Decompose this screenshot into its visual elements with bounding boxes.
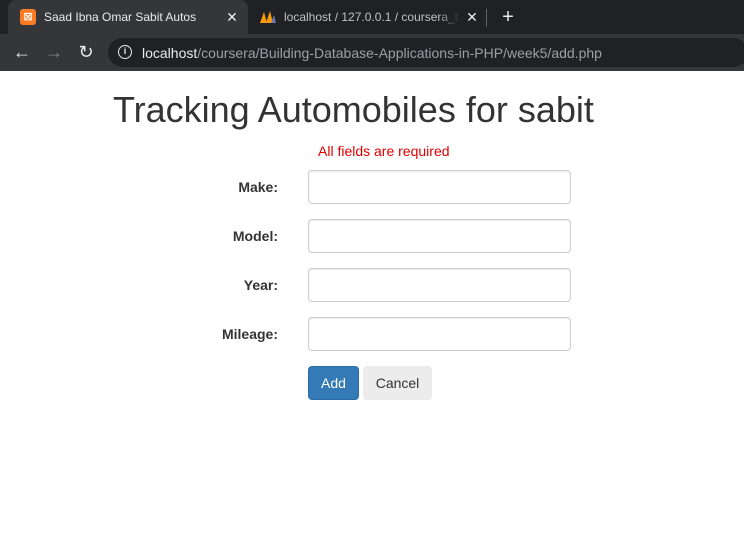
address-bar[interactable]: i localhost/coursera/Building-Database-A… — [108, 38, 744, 67]
browser-tab-active[interactable]: ⊠ Saad Ibna Omar Sabit Autos ✕ — [8, 0, 248, 34]
url-host: localhost — [142, 45, 198, 61]
model-row: Model: — [0, 219, 744, 253]
add-button[interactable]: Add — [308, 366, 359, 400]
browser-tab-phpmyadmin[interactable]: localhost / 127.0.0.1 / coursera_b ✕ — [248, 0, 486, 34]
arrow-right-icon[interactable]: → — [42, 41, 66, 63]
year-input[interactable] — [308, 268, 571, 302]
reload-icon[interactable]: ↻ — [74, 41, 98, 63]
xampp-favicon-icon: ⊠ — [20, 9, 36, 25]
page-title: Tracking Automobiles for sabit — [113, 89, 594, 130]
url-path: /coursera/Building-Database-Applications… — [197, 45, 602, 61]
url-text[interactable]: localhost/coursera/Building-Database-App… — [142, 45, 602, 61]
info-icon[interactable]: i — [118, 45, 132, 59]
year-row: Year: — [0, 268, 744, 302]
tab-separator — [486, 9, 487, 27]
phpmyadmin-favicon-icon — [258, 9, 278, 25]
browser-tab-strip: ⊠ Saad Ibna Omar Sabit Autos ✕ localhost… — [0, 0, 744, 34]
new-tab-icon[interactable]: + — [498, 7, 518, 27]
mileage-input[interactable] — [308, 317, 571, 351]
make-label: Make: — [238, 179, 278, 195]
tab-title: Saad Ibna Omar Sabit Autos — [44, 10, 197, 24]
mileage-label: Mileage: — [221, 326, 278, 342]
close-tab-icon[interactable]: ✕ — [224, 9, 240, 25]
browser-toolbar: ← → ↻ i localhost/coursera/Building-Data… — [0, 34, 744, 71]
year-label: Year: — [243, 277, 278, 293]
make-row: Make: — [0, 170, 744, 204]
model-label: Model: — [232, 228, 278, 244]
make-input[interactable] — [308, 170, 571, 204]
arrow-left-icon[interactable]: ← — [10, 41, 34, 63]
tab-title-fade — [438, 6, 460, 28]
tab-title: localhost / 127.0.0.1 / coursera_b — [284, 10, 460, 24]
model-input[interactable] — [308, 219, 571, 253]
close-tab-icon[interactable]: ✕ — [464, 9, 480, 25]
cancel-button[interactable]: Cancel — [363, 366, 432, 400]
error-message: All fields are required — [318, 143, 450, 159]
mileage-row: Mileage: — [0, 317, 744, 351]
